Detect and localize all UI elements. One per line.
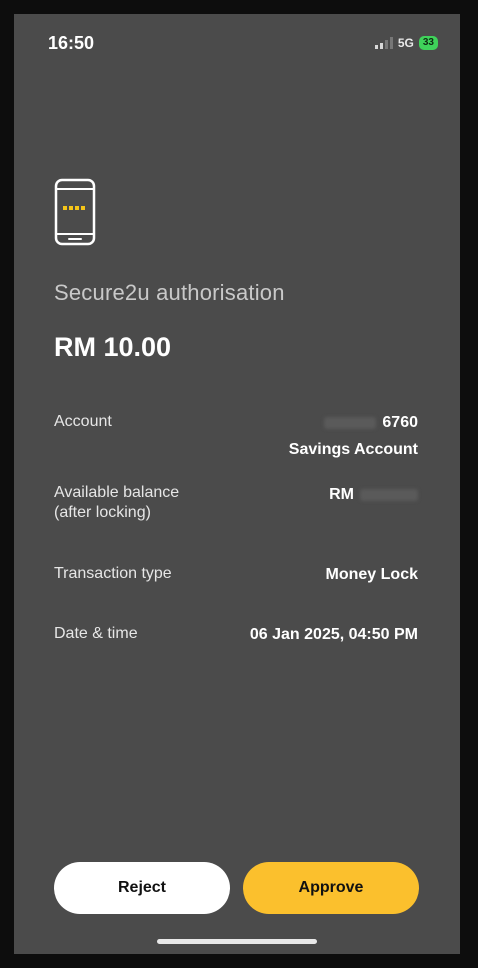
transaction-amount: RM 10.00 [54, 332, 172, 362]
status-bar: 16:50 5G 33 [14, 14, 460, 74]
phone-icon [54, 178, 96, 251]
status-time: 16:50 [48, 33, 95, 53]
account-label: Account [54, 413, 112, 430]
battery-icon: 33 [418, 36, 438, 50]
account-type: Savings Account [288, 441, 418, 458]
signal-icon [374, 37, 393, 49]
balance-value: RM [329, 485, 418, 505]
redacted-mask [360, 488, 418, 501]
transaction-type-value: Money Lock [325, 566, 418, 583]
datetime-label: Date & time [54, 625, 138, 642]
datetime-value: 06 Jan 2025, 04:50 PM [249, 626, 418, 643]
balance-label: Available balance (after locking) [54, 484, 180, 521]
page-title: Secure2u authorisation [54, 280, 285, 305]
transaction-type-label: Transaction type [54, 565, 172, 582]
status-indicators: 5G 33 [374, 36, 438, 50]
reject-button[interactable]: Reject [54, 862, 230, 914]
account-number: 6760 [324, 413, 418, 433]
redacted-mask [324, 416, 377, 429]
balance-currency: RM [329, 486, 354, 503]
approve-button[interactable]: Approve [243, 862, 419, 914]
account-number-text: 6760 [382, 414, 418, 431]
phone-screen: 16:50 5G 33 Secure2u authorisation RM 10… [14, 14, 460, 954]
home-indicator[interactable] [157, 939, 317, 944]
network-label: 5G [397, 36, 414, 50]
